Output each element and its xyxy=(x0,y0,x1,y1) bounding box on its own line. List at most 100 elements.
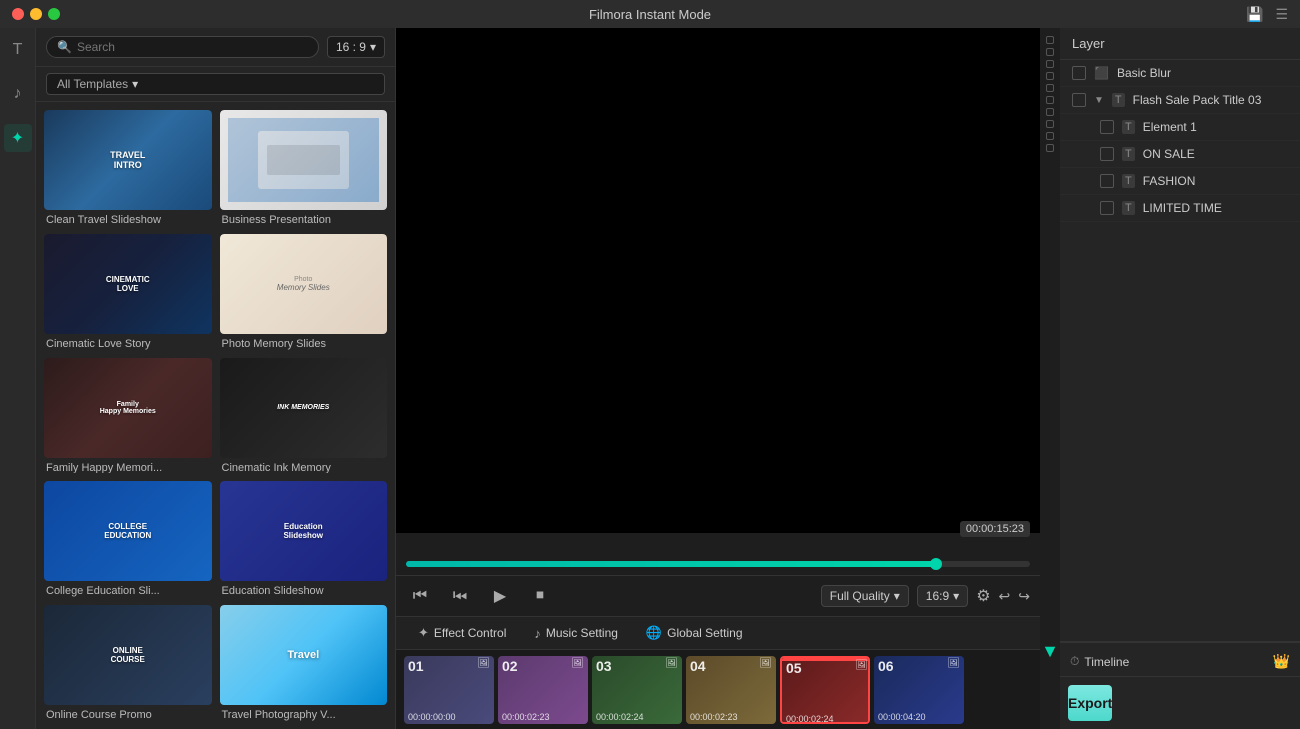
template-item-travel2[interactable]: Travel Travel Photography V... xyxy=(220,605,388,721)
timeline-clip-02[interactable]: 02 00:00:02:23 🖼 xyxy=(498,656,588,724)
quality-select[interactable]: Full Quality ▾ xyxy=(821,585,909,607)
layer-item-flash-sale[interactable]: ▼ T Flash Sale Pack Title 03 xyxy=(1060,87,1300,114)
progress-bar-fill xyxy=(406,561,936,567)
aspect-ratio-button[interactable]: 16 : 9 ▾ xyxy=(327,36,385,58)
template-name-business: Business Presentation xyxy=(220,214,388,226)
titlebar-icons: 💾 ☰ xyxy=(1246,6,1288,23)
template-item-cinematic-love[interactable]: CINEMATICLOVE Cinematic Love Story xyxy=(44,234,212,350)
template-name-love: Cinematic Love Story xyxy=(44,338,212,350)
scroll-dot xyxy=(1046,132,1054,140)
timeline-clip-03[interactable]: 03 00:00:02:24 🖼 xyxy=(592,656,682,724)
scroll-dot xyxy=(1046,96,1054,104)
sidebar-item-music[interactable]: ♪ xyxy=(4,80,32,108)
progress-bar-track[interactable] xyxy=(406,561,1030,567)
template-item-course[interactable]: ONLINECOURSE Online Course Promo xyxy=(44,605,212,721)
template-name-education: Education Slideshow xyxy=(220,585,388,597)
template-item-education[interactable]: EducationSlideshow Education Slideshow xyxy=(220,481,388,597)
global-setting-button[interactable]: 🌐 Global Setting xyxy=(634,621,755,645)
preview-area: ‹ xyxy=(396,28,1040,533)
template-item-photo-memory[interactable]: Photo Memory Slides Photo Memory Slides xyxy=(220,234,388,350)
template-item-college[interactable]: COLLEGEEDUCATION College Education Sli..… xyxy=(44,481,212,597)
clip-icon-05: 🖼 xyxy=(855,660,868,671)
layer-checkbox-on-sale[interactable] xyxy=(1100,147,1114,161)
clip-time-01: 00:00:00:00 xyxy=(408,712,456,722)
timeline-text: Timeline xyxy=(1084,655,1129,669)
skip-back-button[interactable]: ⏭ xyxy=(446,582,474,610)
thumb-label: CINEMATICLOVE xyxy=(106,275,150,293)
template-item-clean-travel[interactable]: TRAVELINTRO Clean Travel Slideshow xyxy=(44,110,212,226)
layer-checkbox-flash-sale[interactable] xyxy=(1072,93,1086,107)
search-box[interactable]: 🔍 xyxy=(46,36,319,58)
layer-item-element1[interactable]: T Element 1 xyxy=(1060,114,1300,141)
chevron-down-icon: ▾ xyxy=(370,40,376,54)
clip-time-04: 00:00:02:23 xyxy=(690,712,738,722)
progress-bar-container: 00:00:15:23 xyxy=(396,533,1040,575)
music-setting-button[interactable]: ♪ Music Setting xyxy=(522,622,630,645)
clip-icon-03: 🖼 xyxy=(665,658,678,669)
sidebar-item-effects[interactable]: ✦ xyxy=(4,124,32,152)
stop-button[interactable]: ⏹ xyxy=(526,582,554,610)
menu-icon[interactable]: ☰ xyxy=(1275,6,1288,23)
scroll-dot xyxy=(1046,108,1054,116)
play-button[interactable]: ▶ xyxy=(486,582,514,610)
layer-checkbox-limited-time[interactable] xyxy=(1100,201,1114,215)
clip-time-02: 00:00:02:23 xyxy=(502,712,550,722)
undo-button[interactable]: ↩ xyxy=(999,588,1011,605)
layer-name-basic-blur: Basic Blur xyxy=(1117,66,1288,80)
settings-icon[interactable]: ⚙ xyxy=(976,586,990,606)
layer-item-fashion[interactable]: T FASHION xyxy=(1060,168,1300,195)
timeline-clip-05[interactable]: 05 00:00:02:24 🖼 xyxy=(780,656,870,724)
layer-item-on-sale[interactable]: T ON SALE xyxy=(1060,141,1300,168)
crown-icon: 👑 xyxy=(1273,653,1290,670)
thumb-label: INK MEMORIES xyxy=(277,404,329,411)
chevron-down-icon: ▾ xyxy=(132,77,138,91)
scroll-dot xyxy=(1046,60,1054,68)
rewind-button[interactable]: ⏮ xyxy=(406,582,434,610)
aspect-ratio-value: 16 : 9 xyxy=(336,40,366,54)
current-time: 00:00:15:23 xyxy=(960,521,1030,537)
redo-button[interactable]: ↪ xyxy=(1018,588,1030,605)
thumb-img-business xyxy=(228,118,380,202)
sidebar-item-text[interactable]: T xyxy=(4,36,32,64)
template-thumb-family: FamilyHappy Memories xyxy=(44,358,212,458)
filter-button[interactable]: All Templates ▾ xyxy=(46,73,385,95)
layer-item-basic-blur[interactable]: ⬛ Basic Blur xyxy=(1060,60,1300,87)
thumb-label: EducationSlideshow xyxy=(283,522,323,540)
scroll-dot xyxy=(1046,72,1054,80)
layer-checkbox-fashion[interactable] xyxy=(1100,174,1114,188)
scroll-dot xyxy=(1046,84,1054,92)
timeline-clip-01[interactable]: 01 00:00:00:00 🖼 xyxy=(404,656,494,724)
layer-checkbox-basic-blur[interactable] xyxy=(1072,66,1086,80)
effect-control-button[interactable]: ✦ Effect Control xyxy=(406,621,518,645)
scroll-indicators xyxy=(1040,28,1060,729)
save-icon[interactable]: 💾 xyxy=(1246,6,1263,23)
layer-checkbox-element1[interactable] xyxy=(1100,120,1114,134)
timeline-clip-06[interactable]: 06 00:00:04:20 🖼 xyxy=(874,656,964,724)
search-input[interactable] xyxy=(77,40,308,54)
aspect-label: 16:9 xyxy=(926,589,949,603)
template-item-business[interactable]: Business Presentation xyxy=(220,110,388,226)
template-thumb-love: CINEMATICLOVE xyxy=(44,234,212,334)
layer-item-limited-time[interactable]: T LIMITED TIME xyxy=(1060,195,1300,222)
scroll-dot xyxy=(1046,48,1054,56)
layer-name-on-sale: ON SALE xyxy=(1143,147,1288,161)
timeline-header: ⏱ Timeline 👑 xyxy=(1060,647,1300,677)
timeline-clip-04[interactable]: 04 00:00:02:23 🖼 xyxy=(686,656,776,724)
clip-number-06: 06 xyxy=(878,658,894,674)
expand-icon[interactable]: ▼ xyxy=(1094,95,1104,106)
minimize-button[interactable] xyxy=(30,8,42,20)
app-title: Filmora Instant Mode xyxy=(589,7,711,22)
clip-time-06: 00:00:04:20 xyxy=(878,712,926,722)
preview-canvas xyxy=(396,28,1040,533)
close-button[interactable] xyxy=(12,8,24,20)
templates-grid: TRAVELINTRO Clean Travel Slideshow Busin… xyxy=(36,102,395,729)
maximize-button[interactable] xyxy=(48,8,60,20)
layer-name-flash-sale: Flash Sale Pack Title 03 xyxy=(1133,93,1288,107)
aspect-select[interactable]: 16:9 ▾ xyxy=(917,585,968,607)
template-item-ink[interactable]: INK MEMORIES Cinematic Ink Memory xyxy=(220,358,388,474)
export-button[interactable]: Export xyxy=(1068,685,1112,721)
layer-name-element1: Element 1 xyxy=(1143,120,1288,134)
progress-thumb[interactable] xyxy=(930,558,942,570)
music-setting-label: Music Setting xyxy=(546,626,618,640)
template-item-family[interactable]: FamilyHappy Memories Family Happy Memori… xyxy=(44,358,212,474)
